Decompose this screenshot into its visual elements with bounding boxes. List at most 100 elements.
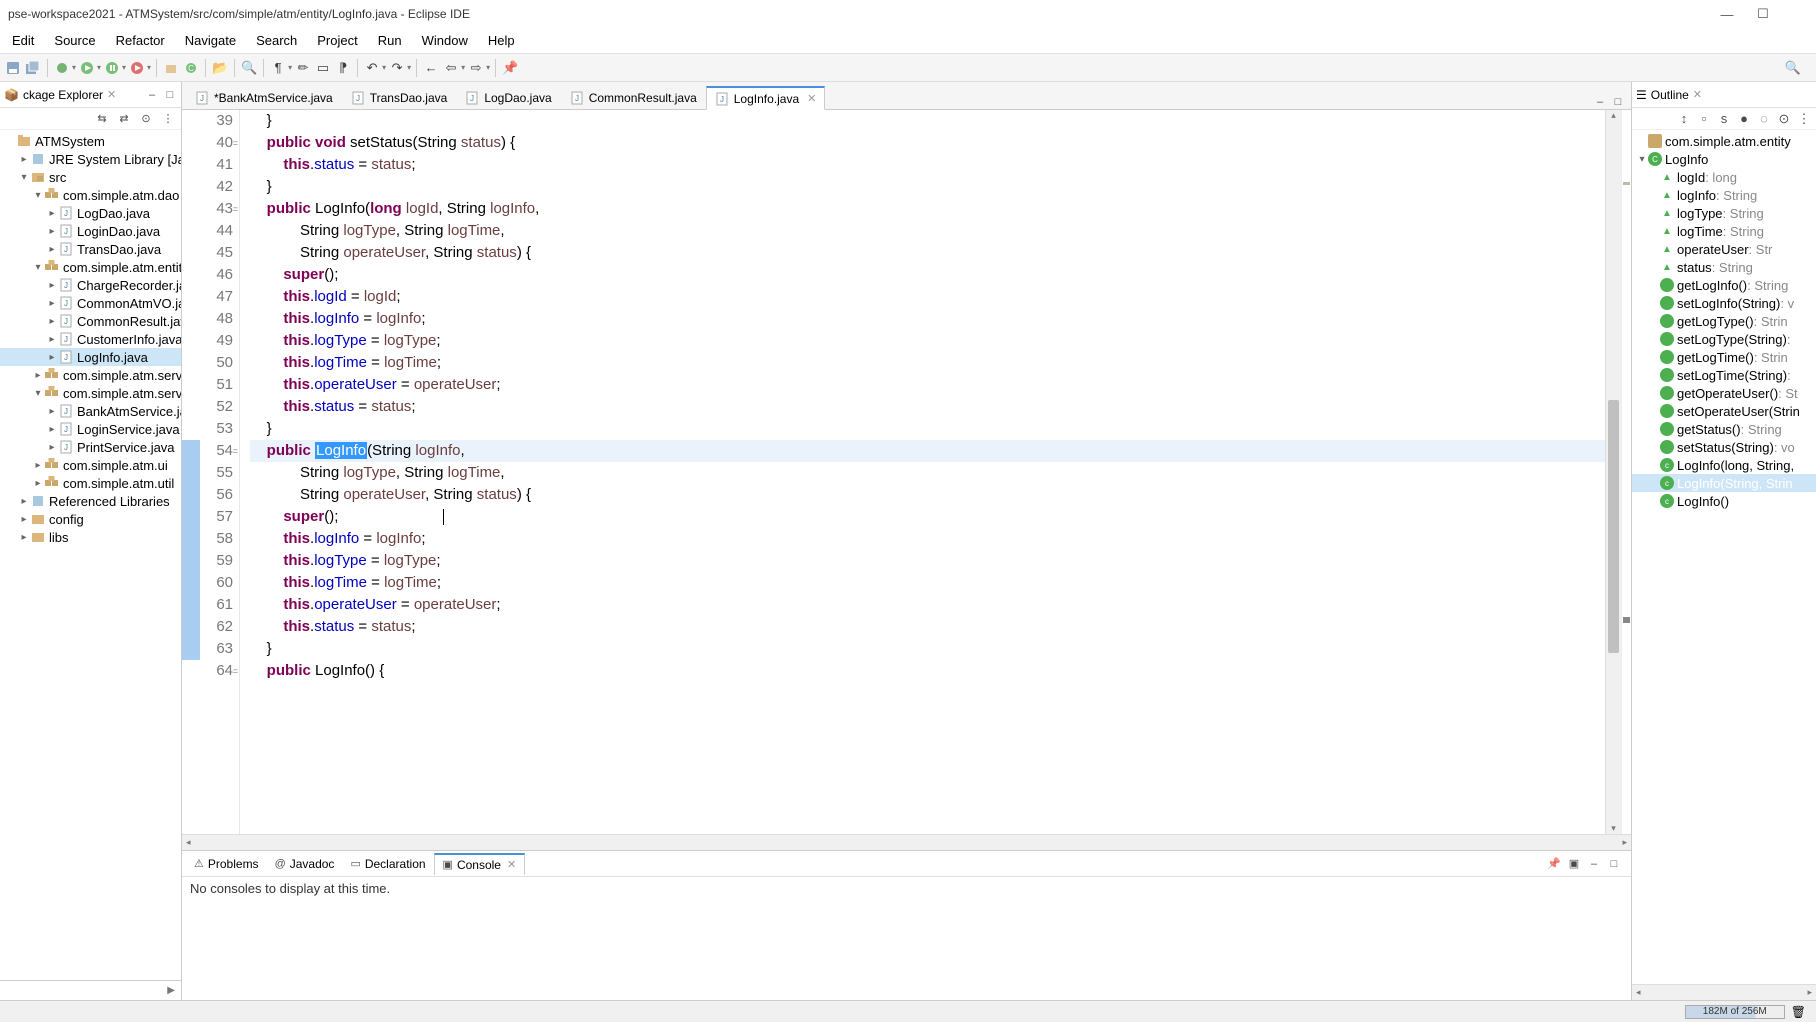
outline-item[interactable]: getLogInfo() : String <box>1632 276 1816 294</box>
minimize-button[interactable]: — <box>1718 5 1736 23</box>
menu-navigate[interactable]: Navigate <box>177 30 244 51</box>
outline-item[interactable]: ▲operateUser : Str <box>1632 240 1816 258</box>
tree-item[interactable]: ▾src <box>0 168 181 186</box>
editor-minimize-icon[interactable]: ‒ <box>1593 95 1607 109</box>
package-tree[interactable]: ATMSystem▸JRE System Library [JavaSE-1.▾… <box>0 130 181 980</box>
block-sel-icon[interactable]: ▭ <box>314 59 332 77</box>
editor-tab[interactable]: J*BankAtmService.java <box>186 85 342 109</box>
scroll-right-icon[interactable]: ▶ <box>167 985 175 996</box>
tree-item[interactable]: ▸JLoginService.java <box>0 420 181 438</box>
editor-tab[interactable]: JCommonResult.java <box>561 85 706 109</box>
outline-item[interactable]: cLogInfo(long, String, <box>1632 456 1816 474</box>
tree-item[interactable]: ▸config <box>0 510 181 528</box>
tree-item[interactable]: ▸com.simple.atm.server <box>0 366 181 384</box>
tree-item[interactable]: ▸JTransDao.java <box>0 240 181 258</box>
sort-icon[interactable]: ↕ <box>1676 111 1692 127</box>
heap-status[interactable]: 182M of 256M <box>1685 1005 1785 1019</box>
last-edit-icon[interactable]: ← <box>422 59 440 77</box>
tree-item[interactable]: ▸Referenced Libraries <box>0 492 181 510</box>
tree-item[interactable]: ▸com.simple.atm.ui <box>0 456 181 474</box>
maximize-button[interactable]: ☐ <box>1754 5 1772 23</box>
bottom-tab-declaration[interactable]: ▭Declaration <box>342 854 433 874</box>
outline-item[interactable]: getLogTime() : Strin <box>1632 348 1816 366</box>
menu-project[interactable]: Project <box>309 30 365 51</box>
ext-tools-icon[interactable] <box>128 59 146 77</box>
outline-item[interactable]: getStatus() : String <box>1632 420 1816 438</box>
outline-item[interactable]: ▲logType : String <box>1632 204 1816 222</box>
outline-item[interactable]: ▲status : String <box>1632 258 1816 276</box>
run-icon[interactable] <box>78 59 96 77</box>
debug-icon[interactable] <box>53 59 71 77</box>
gc-icon[interactable]: 🗑 <box>1791 1005 1806 1019</box>
editor-tab[interactable]: JLogDao.java <box>456 85 560 109</box>
focus-icon[interactable]: ⊙ <box>139 112 153 126</box>
code-editor[interactable]: 3940414243444546474849505152535455565758… <box>182 110 1631 834</box>
tree-item[interactable]: ▸JChargeRecorder.java <box>0 276 181 294</box>
search-icon[interactable]: 🔍 <box>240 59 258 77</box>
tree-item[interactable]: ▸JLoginDao.java <box>0 222 181 240</box>
close-button[interactable] <box>1790 5 1808 23</box>
outline-item[interactable]: getLogType() : Strin <box>1632 312 1816 330</box>
display-console-icon[interactable]: ▣ <box>1567 857 1581 871</box>
back-icon[interactable]: ⇦ <box>442 59 460 77</box>
maximize-view-icon[interactable]: □ <box>163 88 177 102</box>
open-type-icon[interactable]: 📂 <box>211 59 229 77</box>
show-whitespace-icon[interactable]: ⁋ <box>334 59 352 77</box>
outline-item[interactable]: setLogType(String) : <box>1632 330 1816 348</box>
menu-search[interactable]: Search <box>248 30 305 51</box>
menu-run[interactable]: Run <box>370 30 410 51</box>
link-editor-icon[interactable]: ⇄ <box>117 112 131 126</box>
outline-hscroll[interactable]: ◂▸ <box>1632 984 1816 1000</box>
view-close-icon[interactable]: ✕ <box>107 88 116 101</box>
tab-close-icon[interactable]: ✕ <box>807 92 816 105</box>
bottom-tab-javadoc[interactable]: @Javadoc <box>267 854 343 874</box>
mark-occurrences-icon[interactable]: ✏ <box>294 59 312 77</box>
save-all-icon[interactable] <box>24 59 42 77</box>
coverage-icon[interactable] <box>103 59 121 77</box>
pin-console-icon[interactable]: 📌 <box>1547 857 1561 871</box>
hide-static-icon[interactable]: s <box>1716 111 1732 127</box>
outline-item[interactable]: getOperateUser() : St <box>1632 384 1816 402</box>
menu-refactor[interactable]: Refactor <box>108 30 173 51</box>
pin-icon[interactable]: 📌 <box>501 59 519 77</box>
outline-tree[interactable]: com.simple.atm.entity▾CLogInfo▲logId : l… <box>1632 130 1816 984</box>
outline-close-icon[interactable]: ✕ <box>1693 88 1702 101</box>
outline-item[interactable]: setStatus(String) : vo <box>1632 438 1816 456</box>
menu-help[interactable]: Help <box>480 30 523 51</box>
minimize-view-icon[interactable]: ‒ <box>145 88 159 102</box>
save-icon[interactable] <box>4 59 22 77</box>
forward-icon[interactable]: ⇨ <box>467 59 485 77</box>
editor-tab[interactable]: JLogInfo.java✕ <box>706 86 826 110</box>
tree-item[interactable]: ▸JCommonResult.java <box>0 312 181 330</box>
console-min-icon[interactable]: ‒ <box>1587 857 1601 871</box>
hide-fields-icon[interactable]: ▫ <box>1696 111 1712 127</box>
outline-item[interactable]: ▲logId : long <box>1632 168 1816 186</box>
tree-item[interactable]: ▸JLogDao.java <box>0 204 181 222</box>
outline-item[interactable]: cLogInfo() <box>1632 492 1816 510</box>
menu-source[interactable]: Source <box>46 30 103 51</box>
annotation-prev-icon[interactable]: ↶ <box>363 59 381 77</box>
tree-item[interactable]: ▸JLogInfo.java <box>0 348 181 366</box>
outline-item[interactable]: cLogInfo(String, Strin <box>1632 474 1816 492</box>
menu-edit[interactable]: Edit <box>4 30 42 51</box>
hide-nonpublic-icon[interactable]: ● <box>1736 111 1752 127</box>
horizontal-scrollbar[interactable]: ◂▸ <box>182 834 1631 850</box>
tree-item[interactable]: ▸JCommonAtmVO.java <box>0 294 181 312</box>
hide-local-icon[interactable]: ◌ <box>1756 111 1772 127</box>
new-class-icon[interactable]: C <box>182 59 200 77</box>
tree-item[interactable]: ▸JCustomerInfo.java <box>0 330 181 348</box>
new-package-icon[interactable] <box>162 59 180 77</box>
btab-close-icon[interactable]: ✕ <box>507 858 516 871</box>
outline-item[interactable]: setLogTime(String) : <box>1632 366 1816 384</box>
bottom-tab-problems[interactable]: ⚠Problems <box>186 854 267 874</box>
tree-item[interactable]: ▾com.simple.atm.dao <box>0 186 181 204</box>
tree-item[interactable]: ▸JBankAtmService.java <box>0 402 181 420</box>
overview-ruler[interactable] <box>1621 110 1631 834</box>
outline-menu-icon[interactable]: ⋮ <box>1796 111 1812 127</box>
outline-package[interactable]: com.simple.atm.entity <box>1632 132 1816 150</box>
tree-item[interactable]: ▸libs <box>0 528 181 546</box>
outline-item[interactable]: ▲logTime : String <box>1632 222 1816 240</box>
outline-item[interactable]: setOperateUser(Strin <box>1632 402 1816 420</box>
vertical-scrollbar[interactable]: ▴ ▾ <box>1605 110 1621 834</box>
bottom-tab-console[interactable]: ▣Console✕ <box>434 853 526 875</box>
